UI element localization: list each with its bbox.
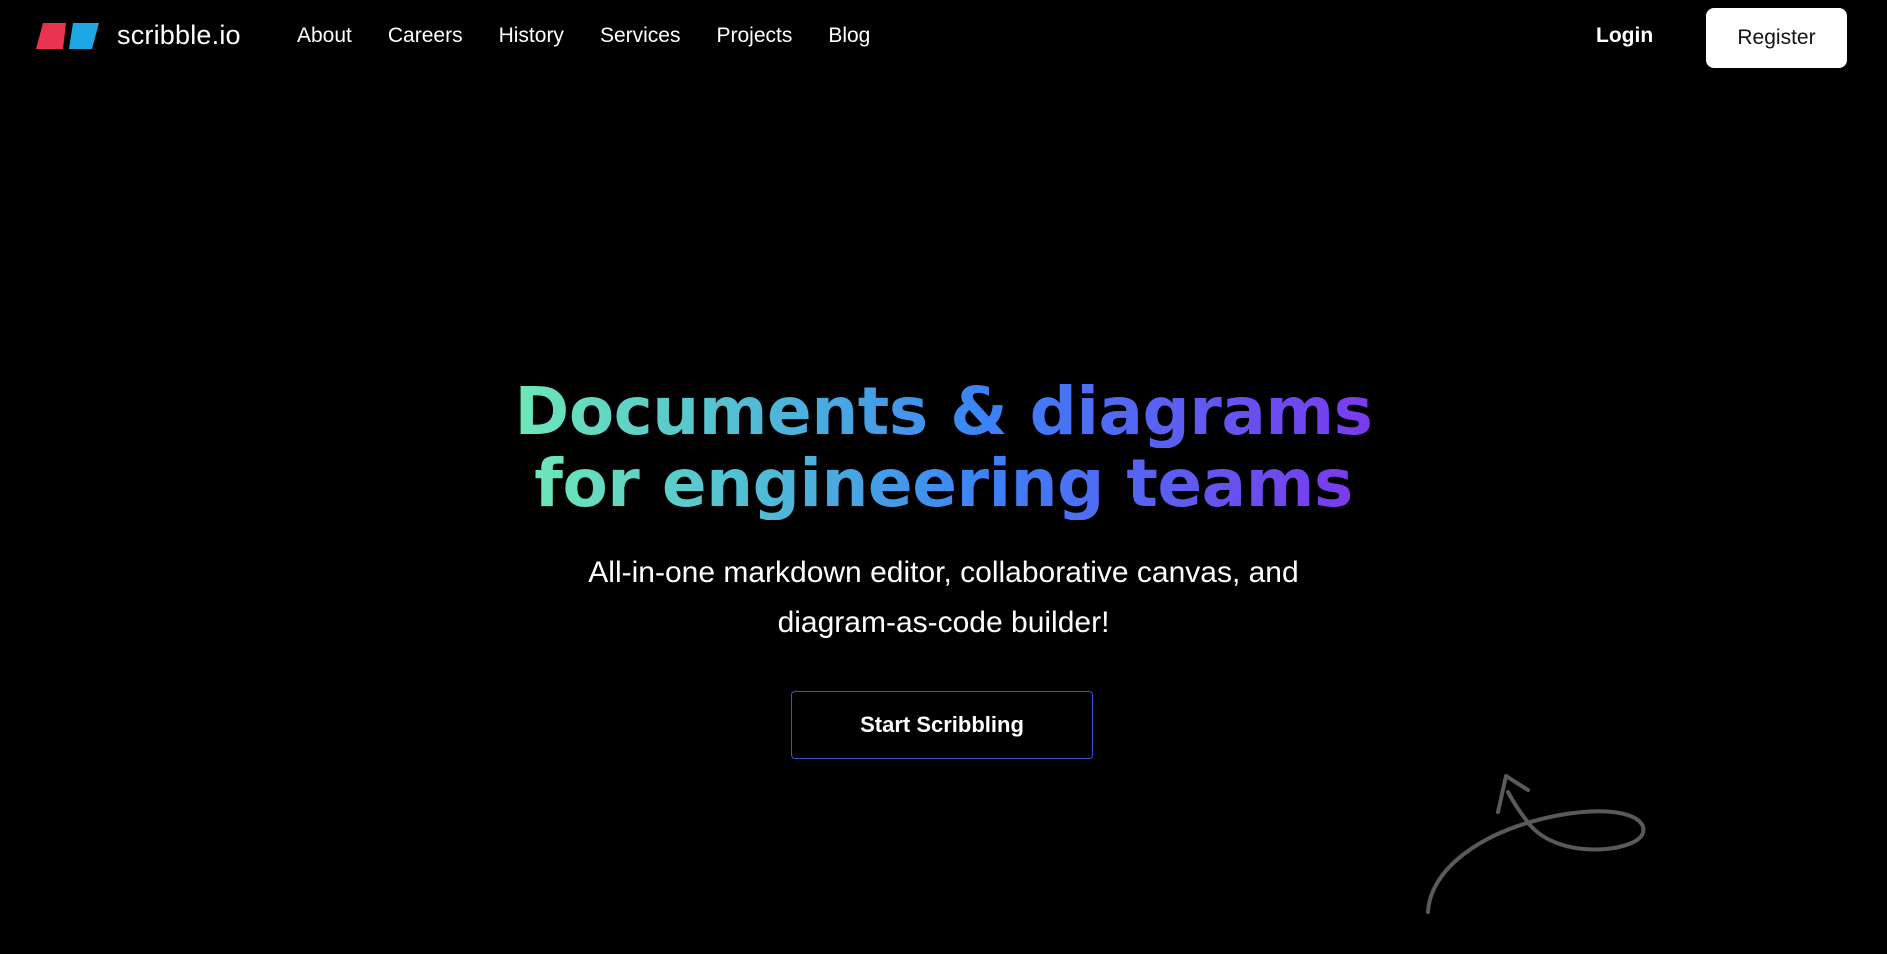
main-nav: About Careers History Services Projects … xyxy=(297,24,906,48)
hero-subtitle-line-1: All-in-one markdown editor, collaborativ… xyxy=(588,556,1299,589)
nav-blog[interactable]: Blog xyxy=(828,24,870,48)
hero-title: Documents & diagrams for engineering tea… xyxy=(0,376,1887,520)
start-scribbling-button[interactable]: Start Scribbling xyxy=(791,691,1093,759)
hero-subtitle: All-in-one markdown editor, collaborativ… xyxy=(0,548,1887,648)
nav-history[interactable]: History xyxy=(499,24,564,48)
register-button[interactable]: Register xyxy=(1706,8,1847,68)
hero-title-line-1: Documents & diagrams xyxy=(514,373,1373,450)
login-button[interactable]: Login xyxy=(1596,24,1653,48)
nav-projects[interactable]: Projects xyxy=(716,24,792,48)
hero-subtitle-line-2: diagram-as-code builder! xyxy=(777,606,1110,639)
top-navigation-bar: scribble.io About Careers History Servic… xyxy=(0,0,1887,76)
scribble-logo-icon xyxy=(36,22,99,49)
nav-services[interactable]: Services xyxy=(600,24,681,48)
nav-careers[interactable]: Careers xyxy=(388,24,463,48)
logo-text: scribble.io xyxy=(117,20,241,50)
landing-page: scribble.io About Careers History Servic… xyxy=(0,0,1887,954)
nav-about[interactable]: About xyxy=(297,24,352,48)
logo-link[interactable]: scribble.io xyxy=(36,20,241,51)
hero-title-line-2: for engineering teams xyxy=(534,445,1353,522)
hand-drawn-arrow-icon xyxy=(1426,774,1646,914)
